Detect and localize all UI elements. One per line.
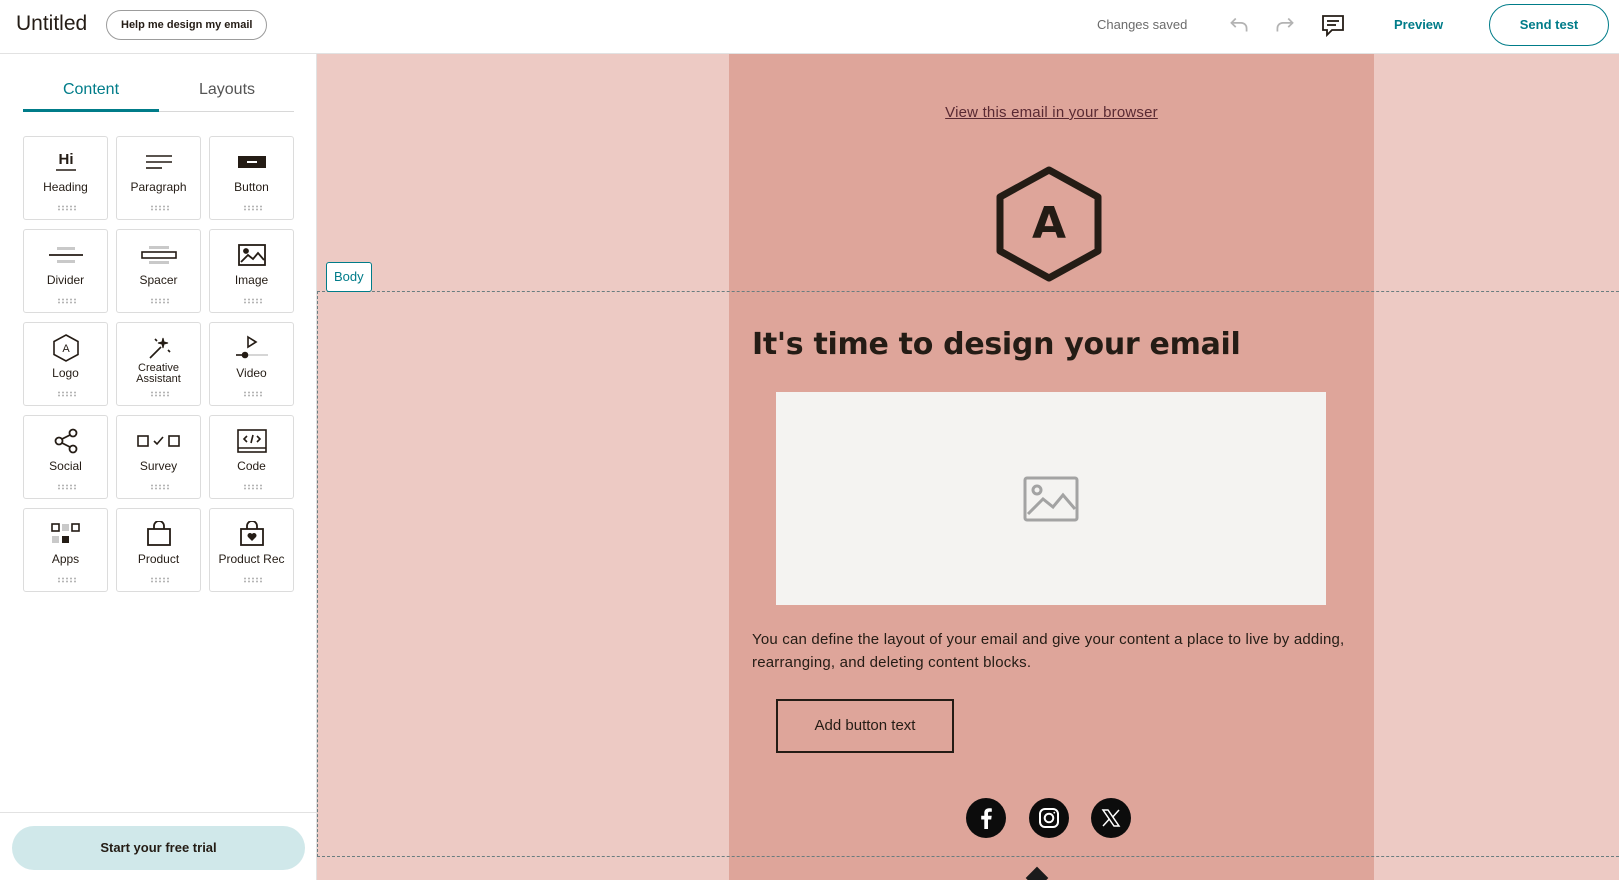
tab-content[interactable]: Content bbox=[23, 72, 159, 112]
magic-wand-icon bbox=[117, 335, 200, 361]
block-label: Video bbox=[236, 366, 267, 380]
block-product-rec[interactable]: Product Rec bbox=[209, 508, 294, 592]
view-in-browser-link[interactable]: View this email in your browser bbox=[729, 104, 1374, 121]
body-section-tag[interactable]: Body bbox=[326, 262, 372, 292]
block-label: Logo bbox=[52, 366, 79, 380]
image-icon bbox=[210, 242, 293, 268]
drag-handle-icon[interactable] bbox=[150, 577, 169, 583]
block-label: Apps bbox=[51, 552, 80, 566]
comment-icon[interactable] bbox=[1318, 10, 1348, 40]
document-title[interactable]: Untitled bbox=[16, 12, 87, 36]
email-headline[interactable]: It's time to design your email bbox=[752, 327, 1241, 362]
apps-icon bbox=[24, 521, 107, 547]
block-label: Heading bbox=[43, 180, 88, 194]
block-label: Image bbox=[234, 273, 269, 287]
block-label: Button bbox=[234, 180, 269, 194]
block-label: Product bbox=[137, 552, 180, 566]
send-test-button[interactable]: Send test bbox=[1489, 4, 1609, 46]
drag-handle-icon[interactable] bbox=[150, 298, 169, 304]
block-label: Product Rec bbox=[218, 552, 285, 566]
tab-layouts[interactable]: Layouts bbox=[159, 72, 295, 112]
start-free-trial-button[interactable]: Start your free trial bbox=[12, 826, 305, 870]
logo-icon[interactable]: A bbox=[994, 166, 1104, 282]
block-label: Paragraph bbox=[130, 180, 187, 194]
divider-icon bbox=[24, 242, 107, 268]
svg-text:A: A bbox=[62, 343, 70, 355]
image-placeholder[interactable] bbox=[776, 392, 1326, 605]
heading-icon: Hi bbox=[24, 149, 107, 175]
drag-handle-icon[interactable] bbox=[150, 205, 169, 211]
drag-handle-icon[interactable] bbox=[57, 205, 76, 211]
drag-handle-icon[interactable] bbox=[243, 391, 262, 397]
block-label: Creative Assistant bbox=[136, 362, 181, 385]
block-divider[interactable]: Divider bbox=[23, 229, 108, 313]
video-icon bbox=[210, 335, 293, 361]
block-creative-assistant[interactable]: Creative Assistant bbox=[116, 322, 201, 406]
paragraph-icon bbox=[117, 149, 200, 175]
redo-icon[interactable] bbox=[1272, 12, 1298, 38]
button-icon bbox=[210, 149, 293, 175]
block-spacer[interactable]: Spacer bbox=[116, 229, 201, 313]
block-survey[interactable]: Survey bbox=[116, 415, 201, 499]
facebook-icon[interactable] bbox=[966, 798, 1006, 838]
drag-handle-icon[interactable] bbox=[243, 484, 262, 490]
drag-handle-icon[interactable] bbox=[57, 577, 76, 583]
image-icon bbox=[1023, 476, 1079, 521]
spacer-icon bbox=[117, 242, 200, 268]
svg-text:A: A bbox=[1032, 198, 1066, 249]
email-body-text[interactable]: You can define the layout of your email … bbox=[752, 628, 1352, 674]
block-label: Social bbox=[49, 459, 82, 473]
block-label: Survey bbox=[139, 459, 178, 473]
block-paragraph[interactable]: Paragraph bbox=[116, 136, 201, 220]
drag-handle-icon[interactable] bbox=[243, 298, 262, 304]
block-logo[interactable]: A Logo bbox=[23, 322, 108, 406]
block-label: Divider bbox=[46, 273, 85, 287]
content-sidebar: Content Layouts Hi Heading Paragraph But… bbox=[0, 54, 317, 880]
block-code[interactable]: Code bbox=[209, 415, 294, 499]
drag-handle-icon[interactable] bbox=[150, 391, 169, 397]
share-icon bbox=[24, 428, 107, 454]
block-video[interactable]: Video bbox=[209, 322, 294, 406]
sidebar-tabs: Content Layouts bbox=[23, 72, 294, 112]
logo-icon: A bbox=[24, 334, 107, 362]
top-bar: Untitled Help me design my email Changes… bbox=[0, 0, 1619, 54]
block-label: Code bbox=[237, 459, 266, 473]
block-heading[interactable]: Hi Heading bbox=[23, 136, 108, 220]
block-label: Spacer bbox=[139, 273, 178, 287]
drag-handle-icon[interactable] bbox=[243, 205, 262, 211]
drag-handle-icon[interactable] bbox=[57, 484, 76, 490]
shopping-bag-icon bbox=[117, 521, 200, 547]
drag-handle-icon[interactable] bbox=[57, 298, 76, 304]
drag-handle-icon[interactable] bbox=[57, 391, 76, 397]
undo-icon[interactable] bbox=[1226, 12, 1252, 38]
email-body: View this email in your browser A It's t… bbox=[729, 54, 1374, 880]
email-canvas: View this email in your browser A It's t… bbox=[317, 54, 1619, 880]
block-button[interactable]: Button bbox=[209, 136, 294, 220]
drag-handle-icon[interactable] bbox=[150, 484, 169, 490]
email-cta-button[interactable]: Add button text bbox=[776, 699, 954, 753]
sidebar-divider bbox=[0, 812, 317, 813]
product-rec-icon bbox=[210, 521, 293, 547]
block-apps[interactable]: Apps bbox=[23, 508, 108, 592]
drag-handle-icon[interactable] bbox=[243, 577, 262, 583]
save-status: Changes saved bbox=[1097, 17, 1188, 32]
block-social[interactable]: Social bbox=[23, 415, 108, 499]
help-me-design-button[interactable]: Help me design my email bbox=[106, 10, 268, 40]
block-image[interactable]: Image bbox=[209, 229, 294, 313]
code-icon bbox=[210, 428, 293, 454]
instagram-icon[interactable] bbox=[1029, 798, 1069, 838]
survey-icon bbox=[117, 428, 200, 454]
block-product[interactable]: Product bbox=[116, 508, 201, 592]
svg-text:Hi: Hi bbox=[58, 151, 73, 168]
preview-button[interactable]: Preview bbox=[1394, 17, 1443, 32]
x-icon[interactable] bbox=[1091, 798, 1131, 838]
